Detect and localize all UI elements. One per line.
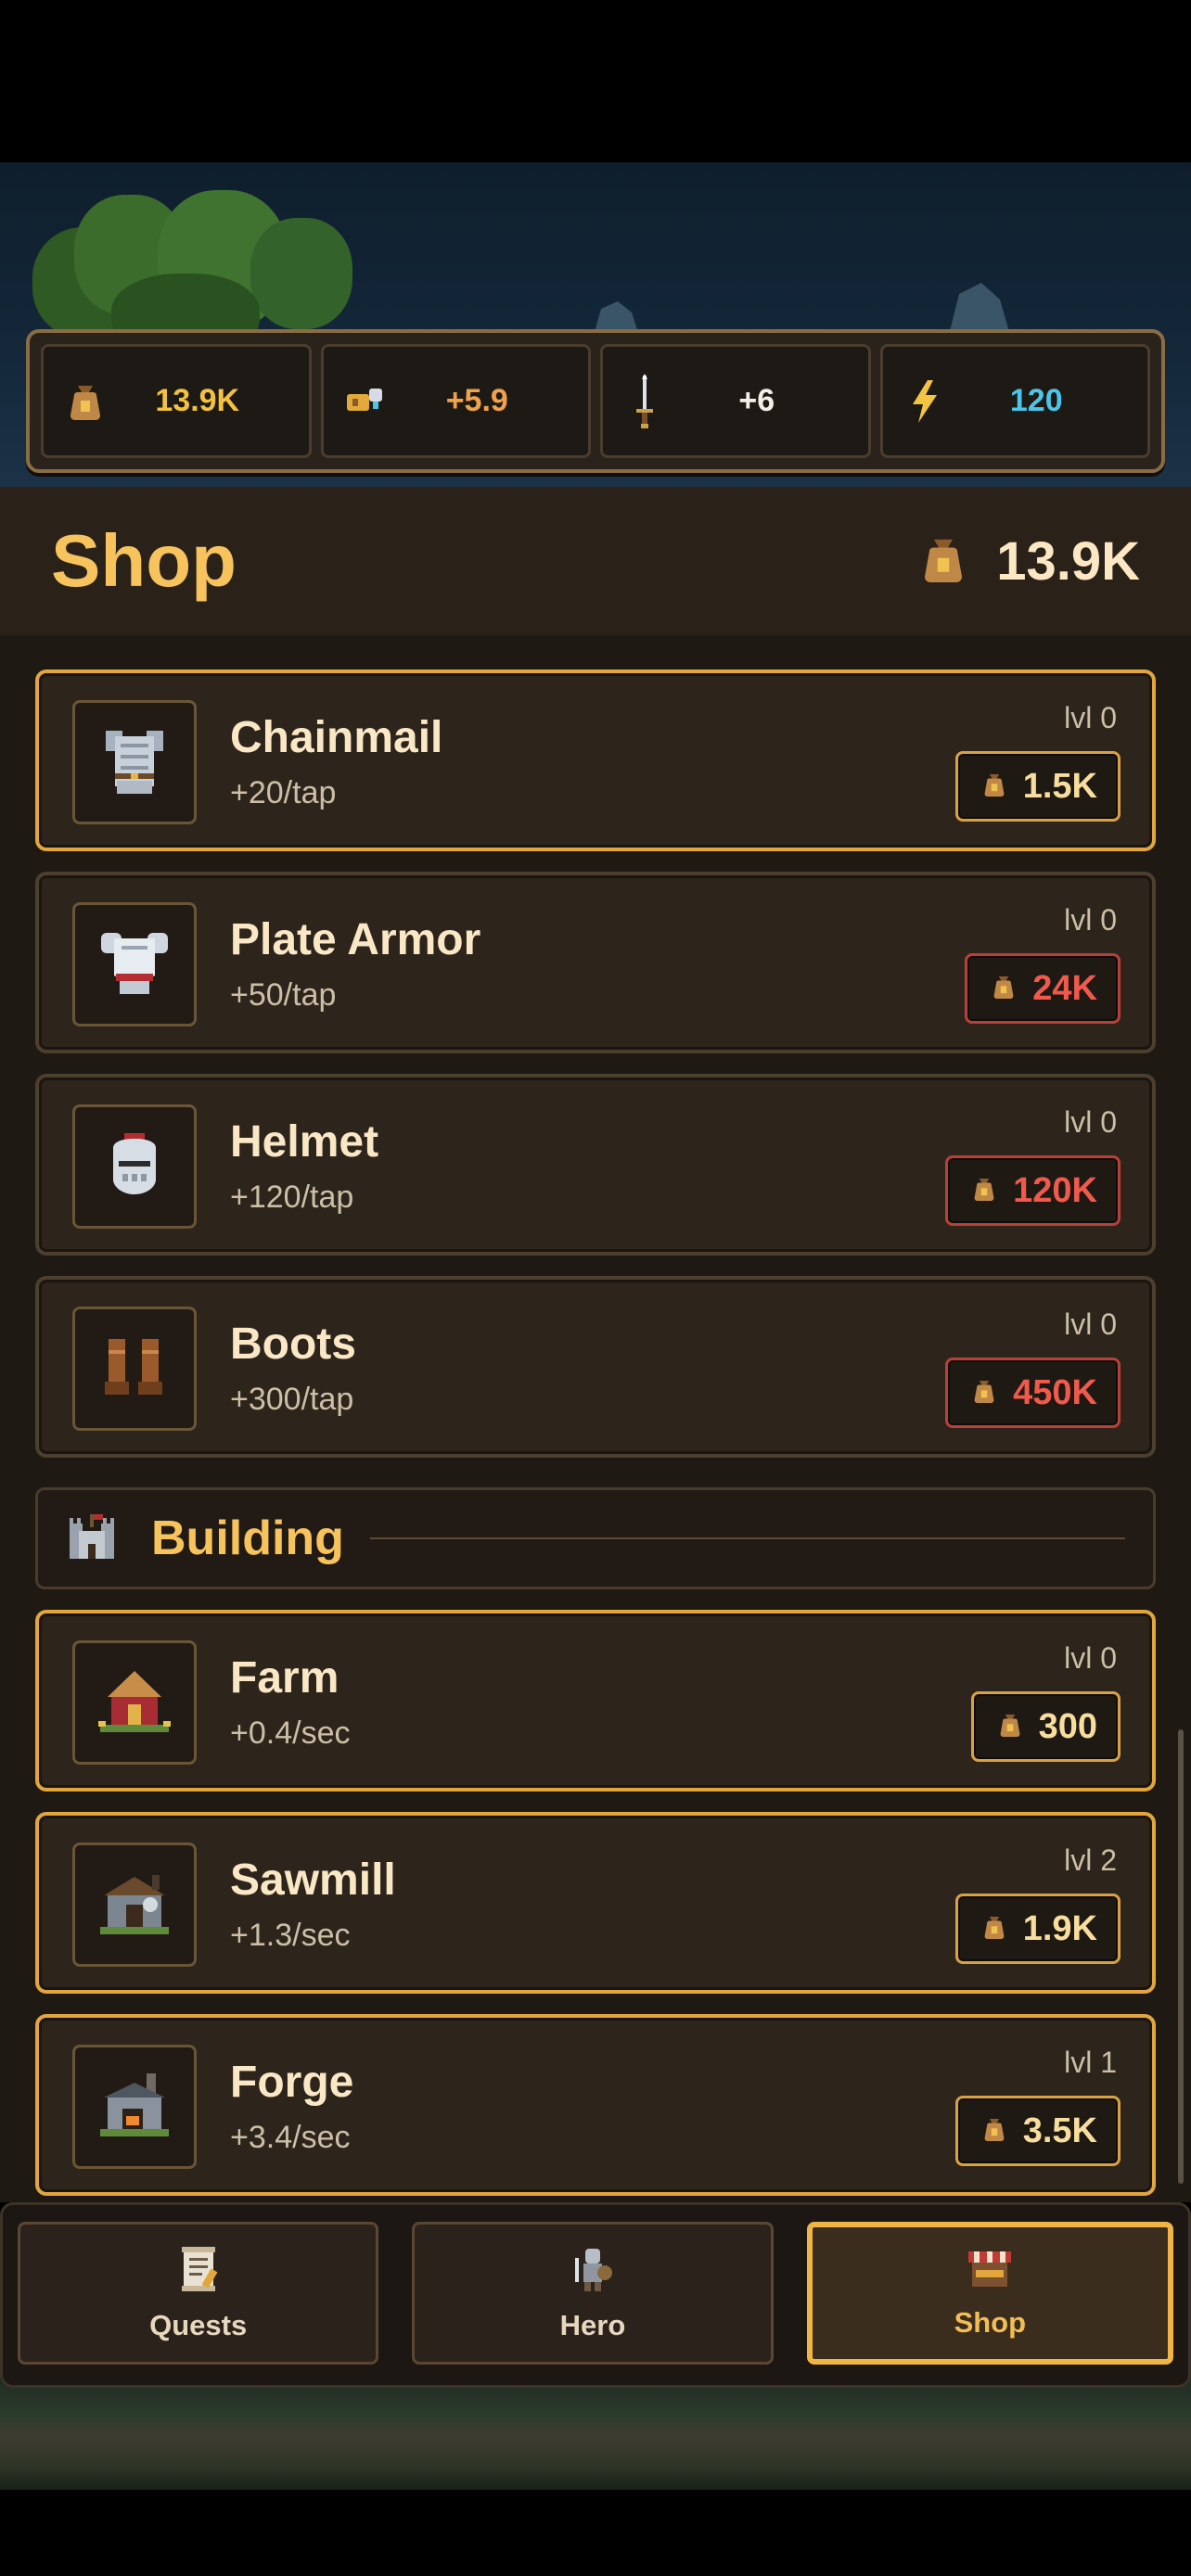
gold-bag-icon (998, 1711, 1022, 1743)
buy-button[interactable]: 24K (965, 953, 1121, 1024)
ground-background (0, 2374, 1191, 2490)
gold-bag-icon (64, 380, 107, 423)
buy-button[interactable]: 120K (945, 1155, 1121, 1226)
shop-item-chainmail[interactable]: Chainmail +20/tap lvl 0 1.5K (35, 670, 1156, 851)
shop-item-farm[interactable]: Farm +0.4/sec lvl 0 300 (35, 1610, 1156, 1792)
income-value: +5.9 (445, 383, 508, 418)
building-section-header: Building (35, 1487, 1156, 1589)
shop-item-sawmill[interactable]: Sawmill +1.3/sec lvl 2 1.9K (35, 1812, 1156, 1994)
energy-stat: 120 (879, 344, 1150, 458)
income-stat: +5.9 (320, 344, 591, 458)
shop-stall-icon (967, 2248, 1013, 2295)
item-name: Sawmill (230, 1855, 396, 1905)
shop-item-helmet[interactable]: Helmet +120/tap lvl 0 120K (35, 1074, 1156, 1256)
item-rate: +50/tap (230, 977, 337, 1013)
shop-header: Shop 13.9K (0, 487, 1191, 635)
plate-armor-icon (72, 902, 197, 1027)
shop-item-forge[interactable]: Forge +3.4/sec lvl 1 3.5K (35, 2014, 1156, 2196)
gold-bag-icon (920, 533, 967, 590)
lightning-icon (903, 379, 946, 423)
scrollbar[interactable] (1178, 1729, 1184, 2184)
price-value: 450K (1013, 1372, 1097, 1412)
shop-panel: Shop 13.9K Chainmail +20/tap lvl 0 1.5K (0, 487, 1191, 2202)
tab-hero[interactable]: Hero (412, 2222, 774, 2365)
shop-list: Chainmail +20/tap lvl 0 1.5K Plate Armor… (35, 670, 1156, 2202)
price-value: 300 (1038, 1706, 1097, 1746)
buy-button[interactable]: 3.5K (954, 2096, 1121, 2166)
item-level: lvl 1 (1064, 2046, 1117, 2079)
gold-value: 13.9K (155, 383, 240, 418)
buy-button[interactable]: 300 (970, 1691, 1121, 1762)
scroll-icon (178, 2245, 219, 2298)
item-rate: +3.4/sec (230, 2120, 351, 2155)
gold-stat: 13.9K (41, 344, 312, 458)
shop-gold-amount: 13.9K (996, 530, 1140, 592)
tap-power-value: +6 (738, 383, 775, 418)
price-value: 120K (1013, 1170, 1097, 1210)
sword-icon (623, 373, 666, 428)
section-title: Building (151, 1511, 344, 1565)
item-name: Plate Armor (230, 915, 481, 964)
gold-bag-icon (972, 1377, 996, 1409)
item-name: Boots (230, 1320, 356, 1369)
item-rate: +20/tap (230, 775, 337, 810)
gold-bag-icon (982, 1913, 1006, 1945)
hero-icon (571, 2245, 614, 2298)
price-value: 1.5K (1022, 766, 1097, 806)
shop-item-plate-armor[interactable]: Plate Armor +50/tap lvl 0 24K (35, 872, 1156, 1053)
item-level: lvl 0 (1064, 701, 1117, 734)
item-level: lvl 0 (1064, 903, 1117, 937)
item-level: lvl 0 (1064, 1307, 1117, 1341)
item-rate: +300/tap (230, 1382, 354, 1417)
tab-label: Quests (149, 2308, 248, 2341)
tab-shop[interactable]: Shop (806, 2222, 1173, 2365)
item-rate: +0.4/sec (230, 1715, 351, 1751)
gold-bag-icon (982, 2115, 1006, 2148)
bottom-nav: Quests Hero Shop (0, 2202, 1191, 2388)
buy-button[interactable]: 1.9K (954, 1894, 1121, 1964)
shop-item-boots[interactable]: Boots +300/tap lvl 0 450K (35, 1276, 1156, 1458)
item-rate: +120/tap (230, 1180, 354, 1215)
buy-button[interactable]: 1.5K (954, 751, 1121, 822)
item-name: Chainmail (230, 713, 443, 762)
tab-quests[interactable]: Quests (18, 2222, 379, 2365)
tab-label: Shop (954, 2305, 1027, 2339)
tab-label: Hero (559, 2308, 626, 2341)
forge-icon (72, 2045, 197, 2169)
price-value: 1.9K (1022, 1908, 1097, 1948)
page-title: Shop (51, 519, 237, 602)
sawmill-icon (72, 1843, 197, 1967)
gold-bag-icon (982, 771, 1006, 803)
castle-icon (66, 1511, 118, 1567)
price-value: 3.5K (1022, 2111, 1097, 2150)
helmet-icon (72, 1104, 197, 1229)
item-level: lvl 0 (1064, 1105, 1117, 1139)
item-name: Forge (230, 2058, 354, 2107)
item-rate: +1.3/sec (230, 1918, 351, 1953)
item-name: Farm (230, 1653, 339, 1702)
resource-stats-bar: 13.9K +5.9 +6 120 (26, 329, 1165, 473)
chainmail-icon (72, 700, 197, 824)
item-level: lvl 0 (1064, 1641, 1117, 1675)
item-name: Helmet (230, 1117, 379, 1167)
energy-value: 120 (1009, 383, 1063, 418)
section-divider (369, 1537, 1125, 1539)
gold-bag-icon (972, 1175, 996, 1207)
gold-bag-icon (992, 973, 1016, 1005)
farm-icon (72, 1640, 197, 1765)
coin-income-icon (344, 380, 387, 423)
buy-button[interactable]: 450K (945, 1358, 1121, 1428)
price-value: 24K (1032, 968, 1097, 1008)
boots-icon (72, 1307, 197, 1431)
item-level: lvl 2 (1064, 1843, 1117, 1877)
shop-gold-display: 13.9K (920, 530, 1140, 593)
tap-power-stat: +6 (600, 344, 871, 458)
